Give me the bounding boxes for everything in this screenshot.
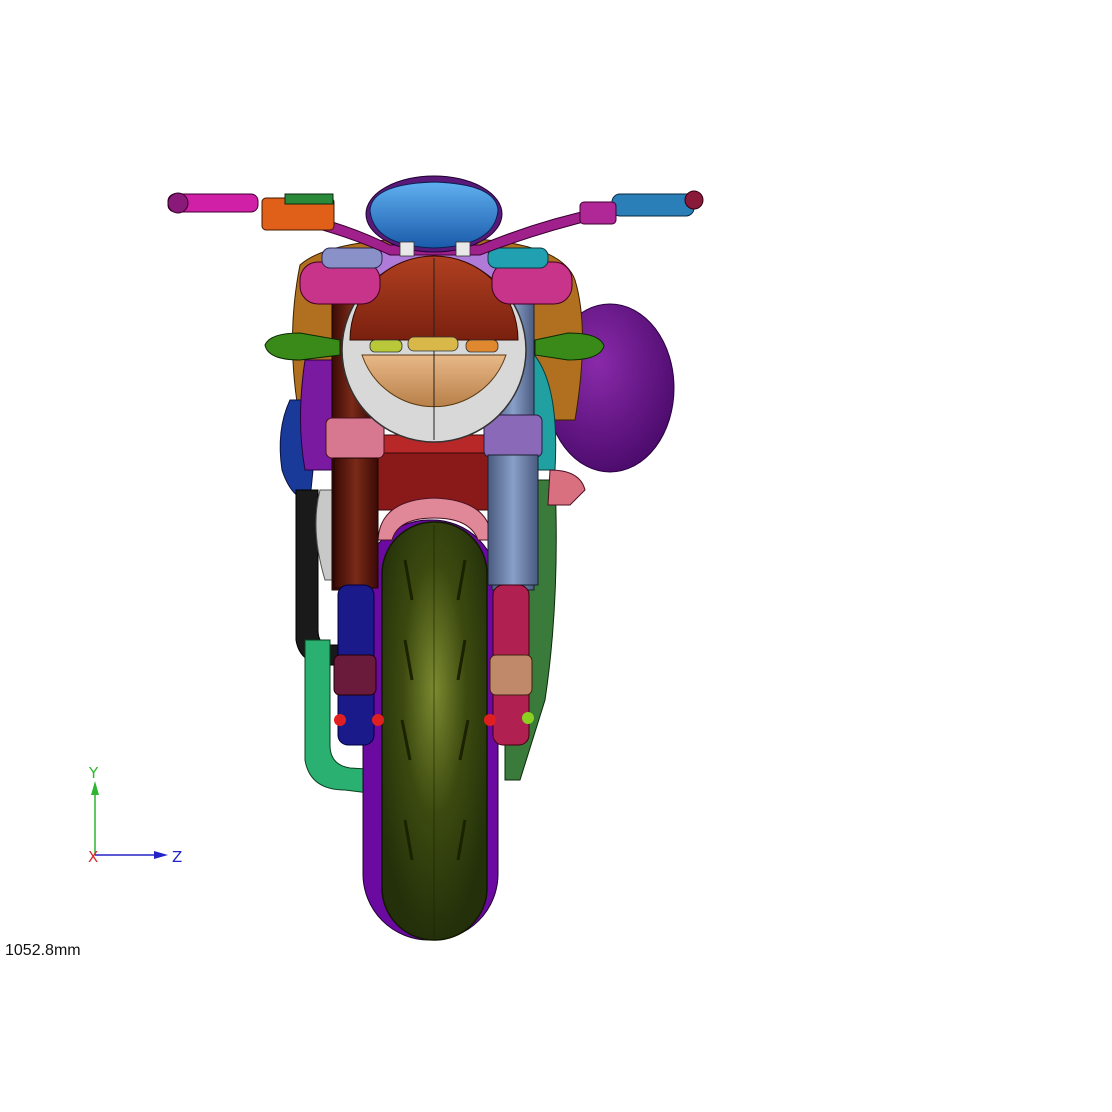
- coordinate-triad: Y Z X: [88, 764, 182, 866]
- x-axis-label: X: [88, 848, 98, 866]
- z-axis-label: Z: [172, 848, 182, 866]
- cad-viewport[interactable]: Y Z X 1052.8mm: [0, 0, 1112, 1112]
- y-axis-label: Y: [88, 764, 99, 782]
- y-axis-arrowhead: [91, 781, 99, 795]
- z-axis-arrowhead: [154, 851, 168, 859]
- scale-readout: 1052.8mm: [5, 942, 81, 959]
